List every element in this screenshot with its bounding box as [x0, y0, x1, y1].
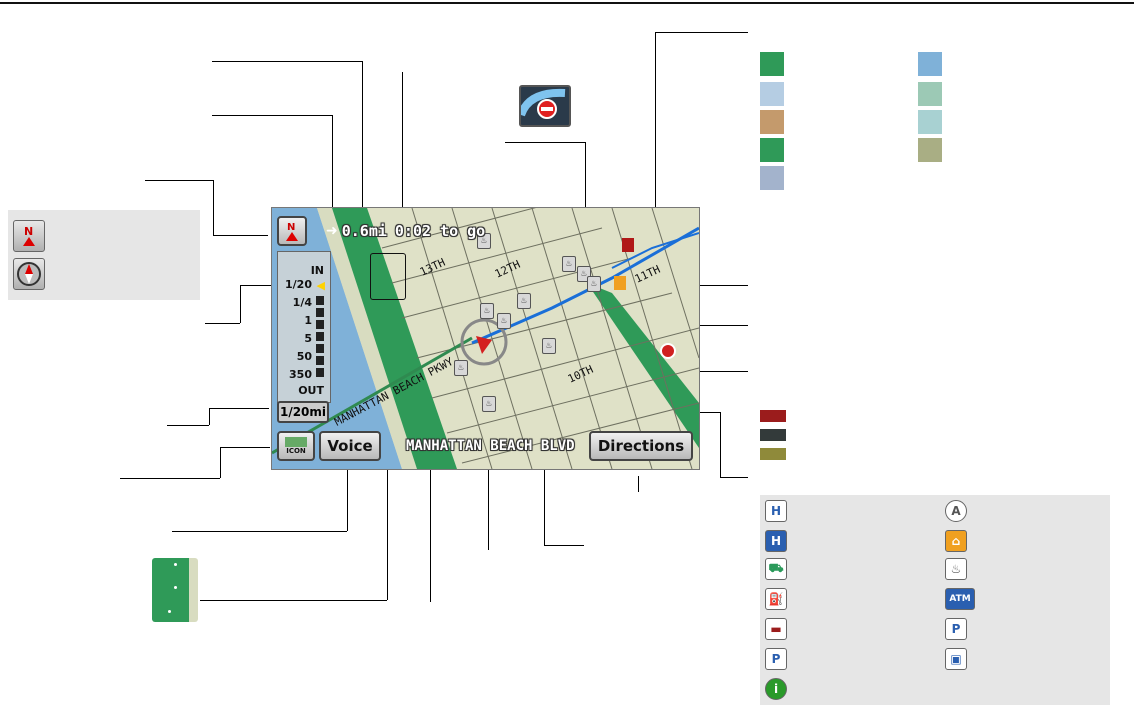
parking-garage-icon: P: [765, 648, 787, 670]
park-box: [370, 253, 406, 300]
hospital-icon: H: [765, 530, 787, 552]
street-color-red: [760, 410, 786, 422]
hotel-icon: ▬: [765, 618, 787, 640]
street-label-10th: 10TH: [566, 363, 596, 386]
restaurant-icon[interactable]: ♨: [480, 303, 494, 319]
color-swatch: [918, 110, 942, 134]
detour-icon: [517, 85, 571, 127]
distance-readout: 0.6mi: [341, 222, 387, 240]
honda-dealer-icon: H: [765, 500, 787, 522]
scale-bar: [316, 368, 324, 377]
north-up-icon: N: [13, 220, 45, 252]
voice-button[interactable]: Voice: [319, 431, 381, 461]
icon-button-label: ICON: [286, 447, 306, 455]
restaurant-icon[interactable]: ♨: [482, 396, 496, 412]
restaurant-icon[interactable]: ♨: [517, 293, 531, 309]
color-swatch-park: [760, 52, 784, 76]
color-swatch: [760, 110, 784, 134]
scale-level[interactable]: 1/20: [285, 278, 312, 291]
scale-level[interactable]: 50: [297, 350, 312, 363]
heading-legend: N: [8, 210, 200, 300]
north-up-icon: N: [286, 222, 298, 241]
color-swatch: [918, 82, 942, 106]
scale-bar: [316, 344, 324, 353]
street-name-readout: MANHATTAN BEACH BLVD: [406, 438, 575, 454]
color-swatch: [918, 138, 942, 162]
scale-bar: [316, 296, 324, 305]
atm-icon: ATM: [945, 588, 975, 610]
restaurant-icon: ♨: [945, 558, 967, 580]
restaurant-icon[interactable]: ♨: [587, 276, 601, 292]
svg-text:N: N: [24, 225, 33, 238]
poi-icon: [285, 437, 307, 447]
park-swatch: [152, 558, 198, 622]
color-swatch: [760, 166, 784, 190]
poi-icon-legend: H A H ⌂ ⛟ ♨ ⛽ ATM ▬ P P ▣ i: [760, 495, 1110, 705]
route-info-bar: ➜ 0.6mi 0:02 to go: [326, 222, 485, 240]
information-icon: i: [765, 678, 787, 700]
scale-level[interactable]: 1/4: [293, 296, 312, 309]
top-rule: [0, 2, 1134, 4]
zoom-out-label[interactable]: OUT: [298, 384, 324, 397]
scale-readout[interactable]: 1/20mi: [277, 401, 329, 423]
acura-dealer-icon: A: [945, 500, 967, 522]
scale-panel[interactable]: IN 1/20 ◀ 1/4 1 5 50 350 OUT: [277, 251, 331, 403]
directions-button[interactable]: Directions: [589, 431, 693, 461]
street-label-11th: 11TH: [633, 263, 663, 286]
navigation-map[interactable]: 13TH 12TH 11TH 10TH MANHATTAN BEACH PKWY…: [271, 207, 700, 470]
school-icon: ⌂: [945, 530, 967, 552]
arrow-to-destination-icon: ➜: [326, 223, 338, 239]
restaurant-icon[interactable]: ♨: [497, 313, 511, 329]
shopping-icon: ⛟: [765, 558, 787, 580]
scale-level[interactable]: 350: [289, 368, 312, 381]
heading-button[interactable]: N: [277, 216, 307, 246]
street-label-12th: 12TH: [493, 258, 523, 281]
scale-bar: [316, 320, 324, 329]
svg-text:N: N: [287, 222, 295, 233]
scale-level[interactable]: 5: [304, 332, 312, 345]
restaurant-icon[interactable]: ♨: [542, 338, 556, 354]
scale-bar: [316, 308, 324, 317]
restaurant-icon[interactable]: ♨: [562, 256, 576, 272]
scale-bar: [316, 356, 324, 365]
compass-icon: [13, 258, 45, 290]
street-color-dark: [760, 429, 786, 441]
gas-station-icon: ⛽: [765, 588, 787, 610]
color-swatch: [760, 138, 784, 162]
street-color-olive: [760, 448, 786, 460]
color-swatch-water: [918, 52, 942, 76]
icon-button[interactable]: ICON: [277, 431, 315, 461]
color-swatch: [760, 82, 784, 106]
scale-bar: [316, 332, 324, 341]
time-to-go-readout: 0:02 to go: [394, 222, 486, 240]
train-station-icon: ▣: [945, 648, 967, 670]
parking-lot-icon: P: [945, 618, 967, 640]
zoom-in-label[interactable]: IN: [311, 264, 324, 277]
restaurant-icon[interactable]: ♨: [454, 360, 468, 376]
scale-level[interactable]: 1: [304, 314, 312, 327]
selected-scale-icon: ◀: [316, 279, 325, 292]
